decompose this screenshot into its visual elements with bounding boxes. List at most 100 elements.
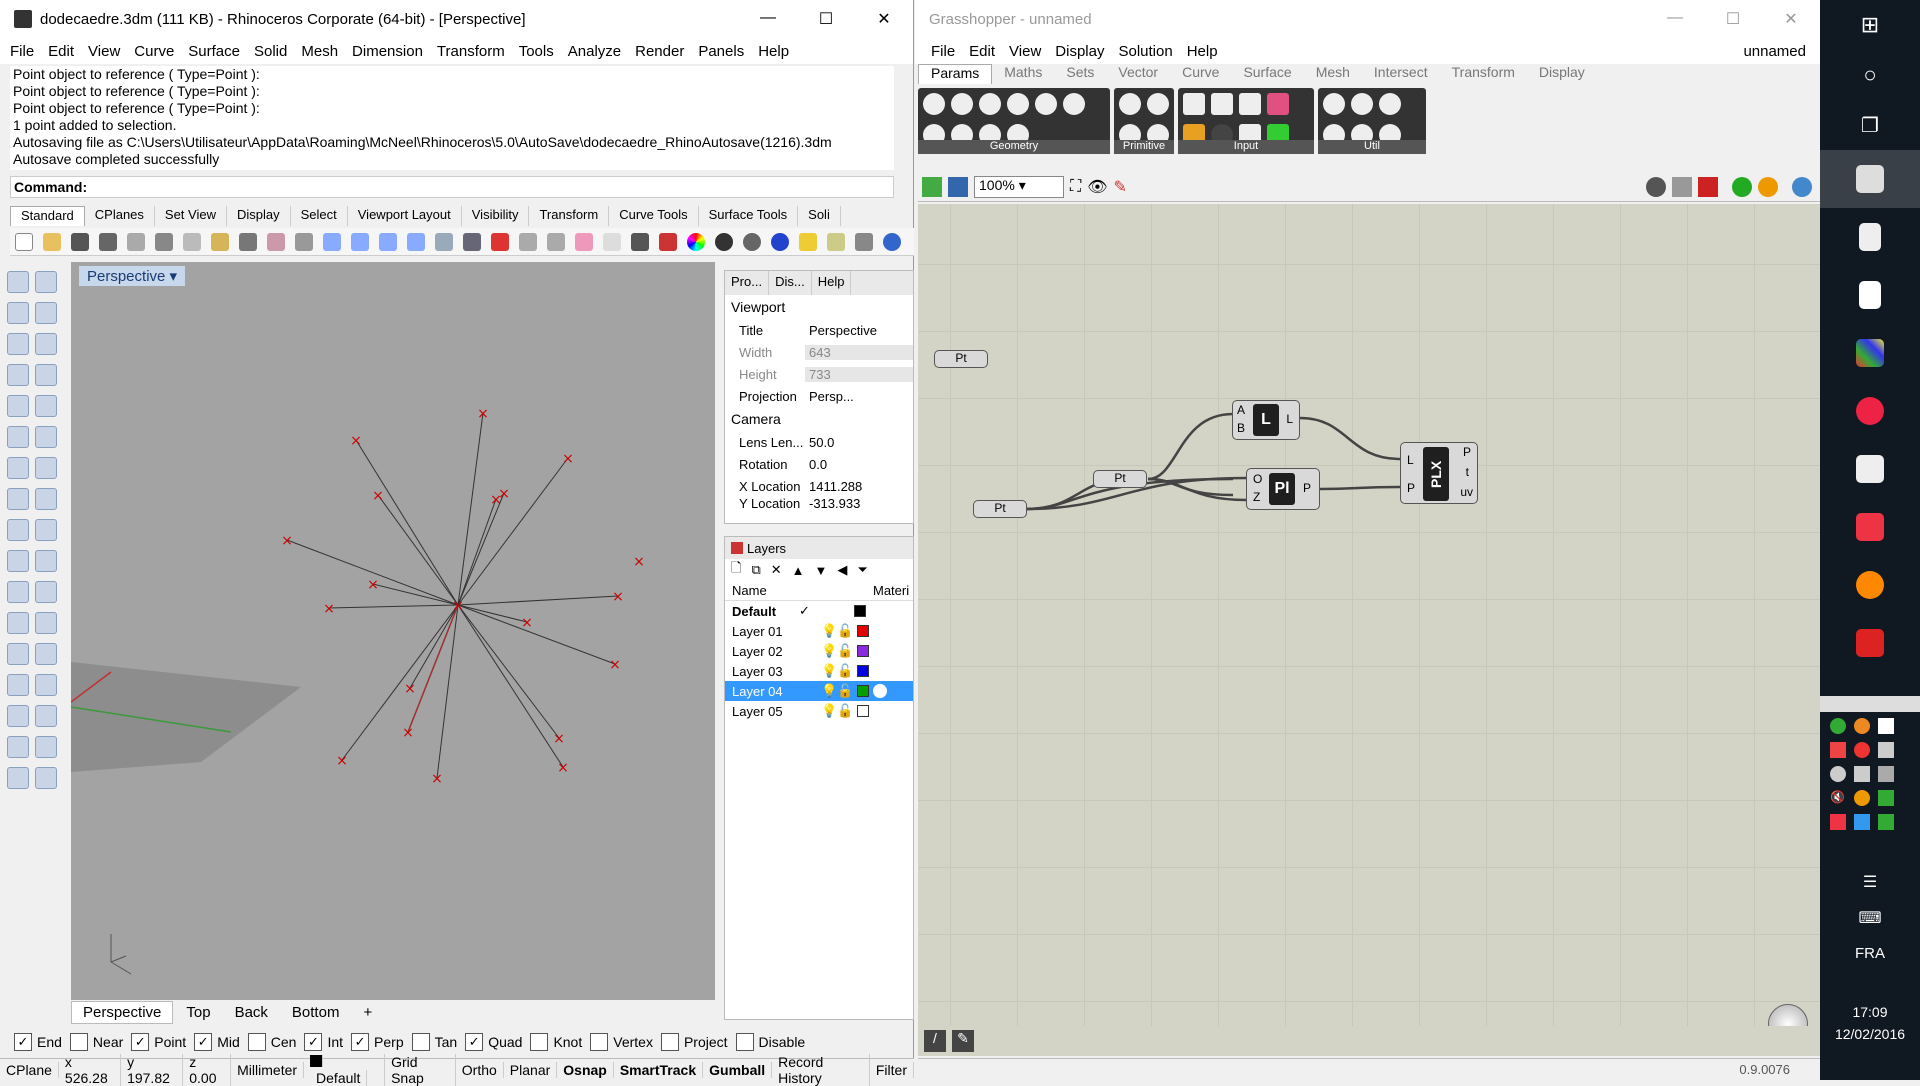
tab-set-view[interactable]: Set View bbox=[155, 206, 227, 226]
viewport-tab-perspective[interactable]: Perspective bbox=[71, 1000, 174, 1024]
tray-scrollbar[interactable] bbox=[1820, 696, 1920, 712]
tab-display-panel[interactable]: Dis... bbox=[769, 271, 812, 295]
clock-date[interactable]: 12/02/2016 bbox=[1820, 1026, 1920, 1042]
move-up-icon[interactable]: ▲ bbox=[792, 563, 805, 578]
material-sphere-icon[interactable] bbox=[743, 232, 761, 251]
app-taskbar-icon[interactable] bbox=[1820, 498, 1920, 556]
status-record-history[interactable]: Record History bbox=[772, 1053, 870, 1086]
four-viewports-icon[interactable] bbox=[463, 232, 481, 251]
gh-param-icon[interactable] bbox=[979, 93, 1001, 115]
light-bulb-icon[interactable] bbox=[603, 232, 621, 251]
gh-util-icon[interactable] bbox=[1323, 93, 1345, 115]
tray-icon[interactable] bbox=[1878, 814, 1894, 830]
move-out-icon[interactable]: ◀ bbox=[837, 562, 847, 578]
wifi-tray-icon[interactable] bbox=[1878, 766, 1894, 782]
osnap-mid[interactable]: ✓ Mid bbox=[190, 1033, 244, 1051]
mesh-icon[interactable] bbox=[35, 488, 57, 510]
text-icon[interactable] bbox=[7, 643, 29, 665]
tray-icon[interactable] bbox=[1854, 814, 1870, 830]
gh-tab-display[interactable]: Display bbox=[1527, 64, 1597, 84]
status-ortho[interactable]: Ortho bbox=[456, 1061, 504, 1078]
projection-select[interactable]: Persp... bbox=[805, 389, 913, 404]
tab-viewport-layout[interactable]: Viewport Layout bbox=[348, 206, 462, 226]
gh-output-p[interactable]: P bbox=[1463, 445, 1471, 459]
gh-point-param-1[interactable]: Pt bbox=[934, 350, 988, 368]
fillet-icon[interactable] bbox=[35, 395, 57, 417]
trim-icon[interactable] bbox=[7, 550, 29, 572]
gh-input-b[interactable]: B bbox=[1237, 421, 1245, 435]
gh-input-icon[interactable] bbox=[1239, 93, 1261, 115]
osnap-vertex[interactable]: Vertex bbox=[586, 1033, 657, 1051]
layer-color-swatch[interactable] bbox=[857, 705, 870, 717]
osnap-checkbox[interactable]: ✓ bbox=[465, 1033, 484, 1051]
osnap-checkbox[interactable]: ✓ bbox=[14, 1033, 32, 1051]
extrude-icon[interactable] bbox=[7, 488, 29, 510]
layer-row[interactable]: Layer 03 💡 🔓 bbox=[725, 661, 913, 681]
menu-view[interactable]: View bbox=[88, 43, 120, 60]
light-tool-icon[interactable] bbox=[7, 519, 29, 541]
y-location-field[interactable]: -313.933 bbox=[805, 497, 913, 509]
gh-input-p[interactable]: P bbox=[1407, 481, 1415, 495]
move-icon[interactable] bbox=[35, 643, 57, 665]
status-smarttrack[interactable]: SmartTrack bbox=[614, 1061, 704, 1078]
tab-standard[interactable]: Standard bbox=[10, 206, 85, 226]
perspective-viewport[interactable]: Perspective ▾ × × × × × × × × × × × × × … bbox=[71, 262, 715, 1000]
new-sublayer-icon[interactable]: ⧉ bbox=[751, 562, 760, 578]
environment-icon[interactable] bbox=[771, 232, 789, 251]
gh-open-icon[interactable] bbox=[922, 176, 942, 197]
cut-icon[interactable] bbox=[155, 232, 173, 251]
join-icon[interactable] bbox=[7, 612, 29, 634]
filter-icon[interactable]: ⏷ bbox=[857, 562, 867, 578]
tab-solid-tools[interactable]: Soli bbox=[798, 206, 841, 226]
layer-row[interactable]: Default ✓ bbox=[725, 601, 913, 621]
x-location-field[interactable]: 1411.288 bbox=[805, 479, 913, 494]
gh-tab-sets[interactable]: Sets bbox=[1054, 64, 1106, 84]
gh-save-icon[interactable] bbox=[948, 176, 968, 197]
osnap-tan[interactable]: Tan bbox=[408, 1033, 462, 1051]
layer-color-swatch[interactable] bbox=[857, 665, 870, 677]
light-bulb-icon[interactable]: 💡 bbox=[821, 683, 837, 699]
status-planar[interactable]: Planar bbox=[504, 1061, 558, 1078]
gh-tab-params[interactable]: Params bbox=[918, 64, 993, 84]
tab-transform[interactable]: Transform bbox=[529, 206, 610, 226]
layer-row-selected[interactable]: Layer 04 💡 🔓 bbox=[725, 681, 913, 701]
gh-param-icon[interactable] bbox=[951, 93, 973, 115]
title-field[interactable]: Perspective bbox=[805, 323, 913, 338]
tab-surface-tools[interactable]: Surface Tools bbox=[699, 206, 799, 226]
osnap-checkbox[interactable] bbox=[660, 1033, 679, 1051]
clock-time[interactable]: 17:09 bbox=[1820, 1004, 1920, 1020]
rhino-taskbar-icon[interactable] bbox=[1820, 150, 1920, 208]
gh-output-p[interactable]: P bbox=[1303, 481, 1311, 495]
gh-input-l[interactable]: L bbox=[1407, 453, 1414, 467]
render-tool-icon[interactable] bbox=[35, 736, 57, 758]
menu-curve[interactable]: Curve bbox=[134, 43, 174, 60]
gh-minimize-button[interactable]: — bbox=[1646, 9, 1704, 29]
status-layer[interactable]: Default bbox=[304, 1053, 386, 1086]
polyline-icon[interactable] bbox=[7, 302, 29, 324]
keyboard-icon[interactable]: ⌨ bbox=[1820, 908, 1920, 928]
light-bulb-icon[interactable]: 💡 bbox=[821, 623, 837, 639]
analyze-icon[interactable] bbox=[35, 705, 57, 727]
group-icon[interactable] bbox=[7, 581, 29, 603]
tab-cplanes[interactable]: CPlanes bbox=[85, 206, 155, 226]
gh-canvas[interactable]: Pt Pt Pt A B L L O Z Pl P L P PLX P t uv bbox=[918, 204, 1820, 1056]
arc-icon[interactable] bbox=[7, 395, 29, 417]
gh-param-icon[interactable] bbox=[1007, 93, 1029, 115]
viewport-tab-bottom[interactable]: Bottom bbox=[281, 1002, 351, 1023]
gh-tab-maths[interactable]: Maths bbox=[992, 64, 1054, 84]
menu-surface[interactable]: Surface bbox=[188, 43, 240, 60]
gh-tab-intersect[interactable]: Intersect bbox=[1362, 64, 1440, 84]
loft-icon[interactable] bbox=[35, 426, 57, 448]
select-arrow-icon[interactable] bbox=[7, 271, 29, 293]
gh-selected-only-icon[interactable] bbox=[1732, 176, 1752, 197]
drafting-icon[interactable] bbox=[35, 767, 57, 789]
menu-render[interactable]: Render bbox=[635, 43, 684, 60]
rotation-field[interactable]: 0.0 bbox=[805, 457, 913, 472]
osnap-checkbox[interactable] bbox=[590, 1033, 609, 1051]
tab-properties[interactable]: Pro... bbox=[725, 271, 770, 295]
osnap-checkbox[interactable]: ✓ bbox=[351, 1033, 370, 1051]
gh-output-uv[interactable]: uv bbox=[1460, 485, 1473, 499]
osnap-int[interactable]: ✓ Int bbox=[300, 1033, 347, 1051]
box-icon[interactable] bbox=[7, 457, 29, 479]
new-file-icon[interactable] bbox=[15, 232, 33, 251]
